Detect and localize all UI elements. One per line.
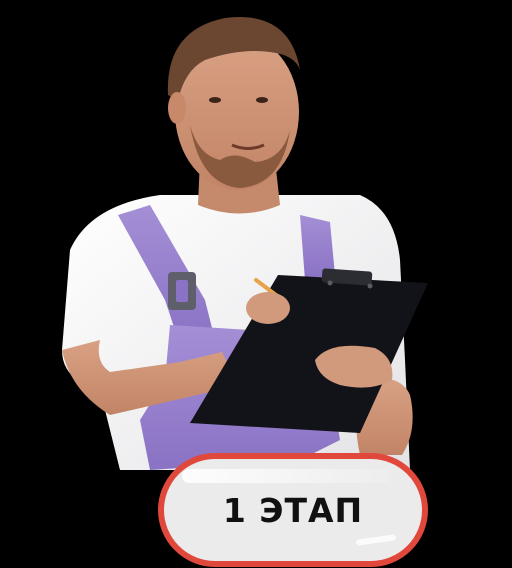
stage: 1 ЭТАП: [0, 0, 512, 568]
ear: [168, 92, 186, 124]
stage-label: 1 ЭТАП: [222, 490, 364, 530]
hand-writing: [246, 292, 290, 324]
stage-badge: 1 ЭТАП: [158, 453, 428, 567]
